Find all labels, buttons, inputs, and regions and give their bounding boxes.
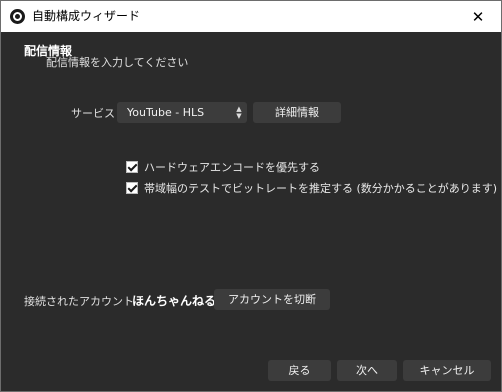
checkbox-checked-icon[interactable] (126, 182, 138, 194)
cancel-button[interactable]: キャンセル (403, 360, 491, 381)
checkbox-checked-icon[interactable] (126, 161, 138, 173)
obs-logo-icon (10, 9, 25, 24)
service-select[interactable]: YouTube - HLS ▲ ▼ (117, 102, 247, 123)
wizard-content: 配信情報 配信情報を入力してください サービス YouTube - HLS ▲ … (1, 32, 501, 391)
prefer-hardware-encoding-label: ハードウェアエンコードを優先する (144, 161, 320, 174)
title-bar: 自動構成ウィザード ✕ (1, 1, 501, 32)
prefer-hardware-encoding-option[interactable]: ハードウェアエンコードを優先する (126, 159, 320, 175)
chevron-down-icon: ▼ (236, 111, 242, 120)
connected-account-label: 接続されたアカウント (24, 295, 134, 308)
more-info-button[interactable]: 詳細情報 (253, 102, 341, 123)
bandwidth-test-label: 帯域幅のテストでビットレートを推定する (数分かかることがあります) (144, 182, 498, 195)
section-subtitle: 配信情報を入力してください (46, 56, 189, 69)
back-button[interactable]: 戻る (268, 360, 331, 381)
next-button[interactable]: 次へ (337, 360, 397, 381)
account-name: ほんちゃんねる (132, 294, 217, 308)
wizard-window: 自動構成ウィザード ✕ 配信情報 配信情報を入力してください サービス YouT… (0, 0, 502, 392)
select-arrows-icon: ▲ ▼ (234, 104, 244, 121)
service-selected-value: YouTube - HLS (127, 106, 205, 119)
disconnect-account-button[interactable]: アカウントを切断 (214, 289, 330, 310)
service-label: サービス (71, 107, 115, 120)
window-title: 自動構成ウィザード (32, 9, 141, 23)
close-button[interactable]: ✕ (455, 1, 501, 32)
bandwidth-test-option[interactable]: 帯域幅のテストでビットレートを推定する (数分かかることがあります) (126, 180, 497, 196)
